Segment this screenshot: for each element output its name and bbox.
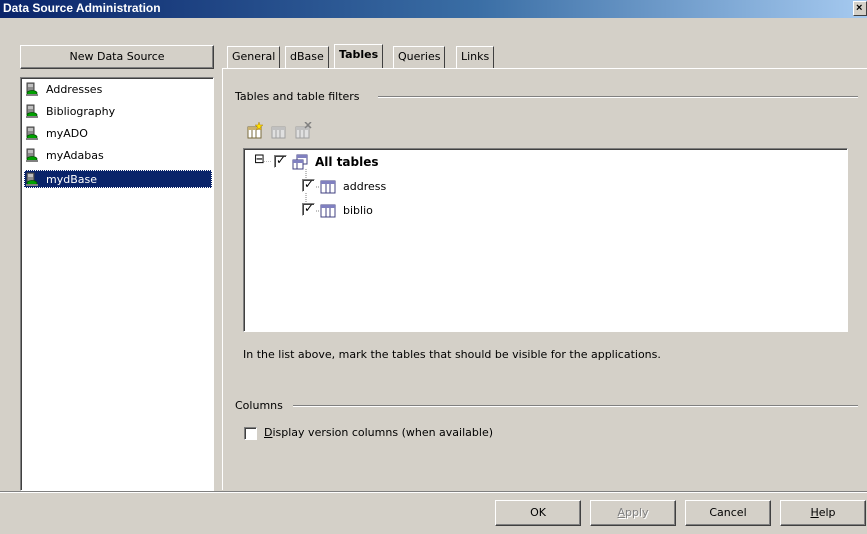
data-source-label: Bibliography — [46, 104, 116, 118]
data-source-list[interactable]: Addresses Bibliography myADO myAdabas my… — [20, 77, 214, 491]
table-label-biblio: biblio — [343, 204, 373, 217]
group-divider — [378, 96, 858, 98]
display-version-columns-label[interactable]: Display version columns (when available) — [264, 426, 493, 439]
tab-tables[interactable]: Tables — [334, 44, 384, 69]
database-icon — [26, 126, 38, 140]
tab-general[interactable]: General — [227, 46, 281, 68]
database-icon — [26, 172, 38, 186]
database-icon — [26, 148, 38, 162]
data-source-label: mydBase — [46, 172, 97, 186]
edit-table-icon — [271, 126, 286, 139]
tables-group-icon — [292, 154, 308, 170]
table-checkbox-biblio[interactable]: ✓ — [302, 201, 315, 216]
window-title: Data Source Administration — [3, 1, 161, 15]
tables-group-title: Tables and table filters — [235, 90, 365, 103]
data-source-label: myADO — [46, 126, 88, 140]
data-source-item-bibliography[interactable]: Bibliography — [24, 102, 212, 120]
table-icon — [320, 180, 336, 194]
ok-button[interactable]: OK — [495, 500, 581, 526]
data-source-item-addresses[interactable]: Addresses — [24, 80, 212, 98]
all-tables-label: All tables — [315, 155, 379, 169]
table-icon — [320, 204, 336, 218]
new-table-icon[interactable] — [246, 122, 264, 140]
cancel-button[interactable]: Cancel — [685, 500, 771, 526]
data-source-label: Addresses — [46, 82, 103, 96]
tab-dbase[interactable]: dBase — [285, 46, 329, 68]
data-source-item-myadabas[interactable]: myAdabas — [24, 146, 212, 164]
database-icon — [26, 82, 38, 96]
apply-button[interactable]: Apply — [590, 500, 676, 526]
tab-links[interactable]: Links — [456, 46, 495, 68]
title-bar: Data Source Administration × — [0, 0, 867, 18]
tab-queries[interactable]: Queries — [393, 46, 446, 68]
footer-divider — [0, 491, 867, 493]
table-checkbox-address[interactable]: ✓ — [302, 177, 315, 192]
new-data-source-button[interactable]: New Data Source — [20, 45, 214, 69]
tables-tree[interactable]: ⊟ ✓ All tables ✓ address ✓ biblio — [243, 148, 848, 332]
all-tables-checkbox[interactable]: ✓ — [274, 153, 287, 168]
data-source-item-myado[interactable]: myADO — [24, 124, 212, 142]
group-divider — [293, 405, 858, 407]
database-icon — [26, 104, 38, 118]
columns-group-title: Columns — [235, 399, 288, 412]
display-version-columns-checkbox[interactable] — [244, 427, 257, 440]
tables-hint-text: In the list above, mark the tables that … — [243, 348, 661, 361]
close-button[interactable]: × — [853, 1, 867, 16]
data-source-item-mydbase[interactable]: mydBase — [24, 170, 212, 188]
delete-table-icon — [295, 122, 312, 139]
help-button[interactable]: Help — [780, 500, 866, 526]
data-source-label: myAdabas — [46, 148, 104, 162]
table-label-address: address — [343, 180, 387, 193]
